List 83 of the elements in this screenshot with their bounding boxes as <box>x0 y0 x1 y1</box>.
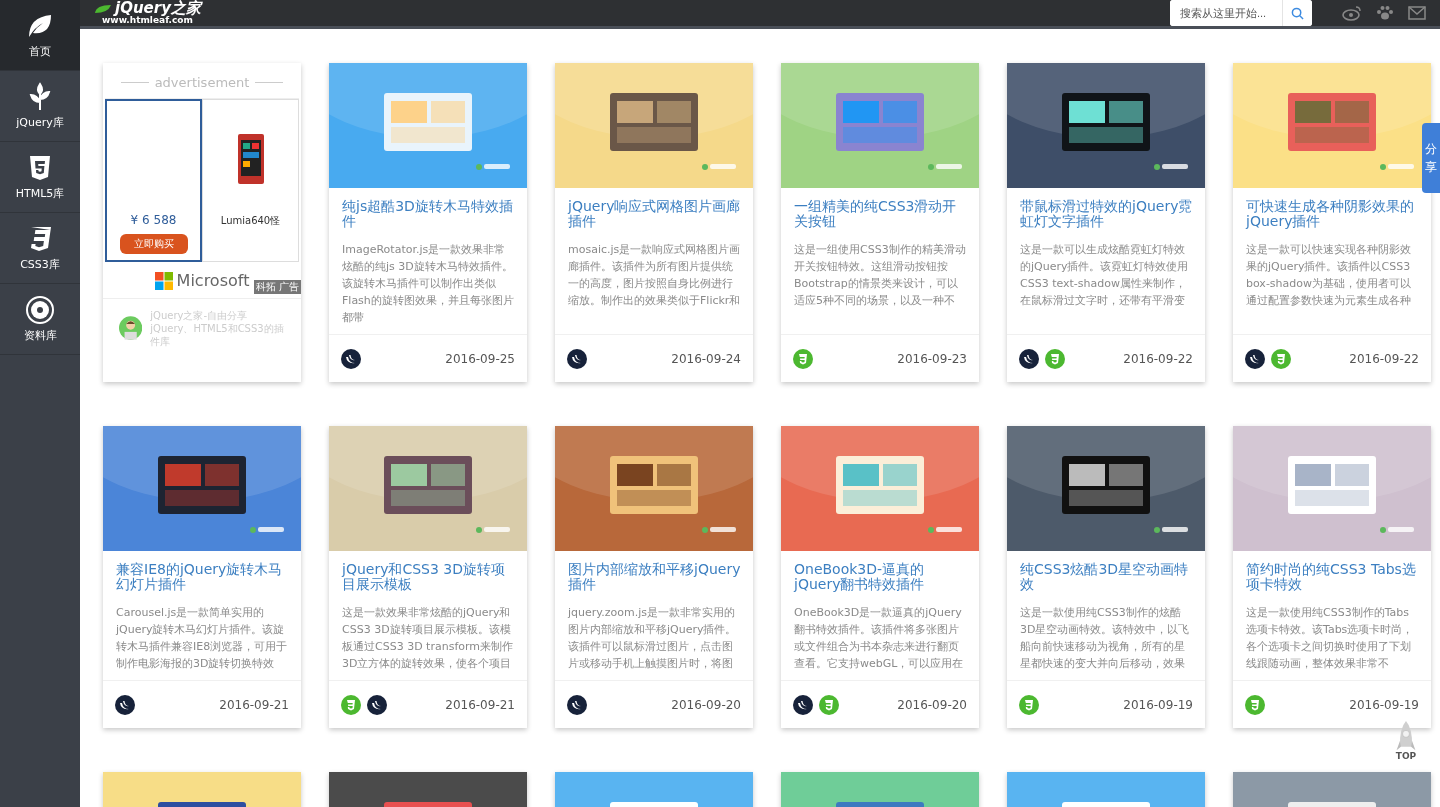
card-description: 这是一款使用纯CSS3制作的Tabs选项卡特效。该Tabs选项卡时尚，各个选项卡之间切换时使用了下划线跟随动画，整体效果非常不 <box>1246 605 1415 672</box>
leaf-icon <box>94 3 112 14</box>
site-url: www.htmleaf.com <box>102 16 193 25</box>
plugin-card[interactable]: jQuery响应式网格图片画廊插件 mosaic.js是一款响应式网格图片画廊插件。该插件为所有图片提供统一的高度，图片按照自身比例进行缩放。制作出的效果类似于Flickr和 2016-09-24 <box>555 63 753 382</box>
product-name: Lumia640怪 <box>220 213 281 228</box>
jquery-icon <box>341 348 361 369</box>
card-date: 2016-09-21 <box>445 697 515 712</box>
card-description: ImageRotator.js是一款效果非常炫酷的纯js 3D旋转木马特效插件。该旋转木马插件可以制作出类似Flash的旋转图效果，并且每张图片都带 <box>342 242 515 326</box>
phone-icon <box>237 133 264 184</box>
card-title[interactable]: 带鼠标滑过特效的jQuery霓虹灯文字插件 <box>1020 199 1193 229</box>
css3-icon <box>1019 694 1039 715</box>
jquery-icon <box>567 694 587 715</box>
price: ¥ 6 588 <box>130 213 177 227</box>
card-description: 这是一组使用CSS3制作的精美滑动开关按钮特效。这组滑动按钮按Bootstrap的情景类来设计，可以适应5种不同的场景，以及一种不 <box>794 242 967 309</box>
css3-icon <box>819 694 839 715</box>
card-title[interactable]: jQuery响应式网格图片画廊插件 <box>568 199 741 229</box>
jquery-icon <box>1019 348 1039 369</box>
plugin-card[interactable]: jQuery和CSS3 3D旋转项目展示模板 这是一款效果非常炫酷的jQuery和CSS3 3D旋转项目展示模板。该模板通过CSS3 3D transform来制作3D立方体的旋转效果，使各个项目 2016-09-21 <box>329 426 527 728</box>
card-title[interactable]: 一组精美的纯CSS3滑动开关按钮 <box>794 199 967 229</box>
mail-icon[interactable] <box>1408 6 1426 20</box>
card-date: 2016-09-21 <box>219 697 289 712</box>
css3-icon <box>1245 694 1265 715</box>
card-description: 这是一款使用纯CSS3制作的炫酷3D星空动画特效。该特效中，以飞船向前快速移动为视角，所有的星星都快速的变大并向后移动，效果 <box>1020 605 1191 672</box>
jquery-icon <box>115 694 135 715</box>
search-button[interactable] <box>1282 0 1312 26</box>
sidebar-item[interactable]: CSS3库 <box>0 213 80 284</box>
css3-icon <box>1271 348 1291 369</box>
card-title[interactable]: OneBook3D-逼真的jQuery翻书特效插件 <box>794 562 967 592</box>
sidebar-item[interactable]: HTML5库 <box>0 142 80 213</box>
brand-name: Microsoft <box>176 271 250 290</box>
card-date: 2016-09-22 <box>1349 351 1419 366</box>
sidebar-item[interactable]: jQuery库 <box>0 71 80 142</box>
card-description: 这是一款效果非常炫酷的jQuery和CSS3 3D旋转项目展示模板。该模板通过CSS3 3D transform来制作3D立方体的旋转效果，使各个项目 <box>342 605 515 672</box>
card-description: 这是一款可以生成炫酷霓虹灯特效的jQuery插件。该霓虹灯特效使用CSS3 text-shadow属性来制作，在鼠标滑过文字时，还带有平滑变 <box>1020 242 1190 309</box>
card-description: OneBook3D是一款逼真的jQuery翻书特效插件。该插件将多张图片或文件组合为书本杂志来进行翻页查看。它支持webGL，可以应用在 <box>794 605 965 672</box>
jquery-icon <box>367 694 387 715</box>
buy-button[interactable]: 立即购买 <box>119 234 188 254</box>
card-title[interactable]: 纯CSS3炫酷3D星空动画特效 <box>1020 562 1193 592</box>
plugin-card[interactable]: 图片内部缩放和平移jQuery插件 jquery.zoom.js是一款非常实用的图片内部缩放和平移jQuery插件。该插件可以鼠标滑过图片，点击图片或移动手机上触摸图片时，将图 2016-09-20 <box>555 426 753 728</box>
ad-heading: advertisement <box>154 75 250 90</box>
card-title[interactable]: 兼容IE8的jQuery旋转木马幻灯片插件 <box>116 562 289 592</box>
card-date: 2016-09-20 <box>897 697 967 712</box>
card-date: 2016-09-25 <box>445 351 515 366</box>
ad-label: 科拓 广告 <box>253 280 301 294</box>
card-description: 这是一款可以快速实现各种阴影效果的jQuery插件。该插件以CSS3 box-shadow为基础，使用者可以通过配置参数快速为元素生成各种 <box>1246 242 1412 309</box>
css3-icon <box>793 348 813 369</box>
paw-icon[interactable] <box>1376 5 1394 21</box>
card-title[interactable]: 可快速生成各种阴影效果的jQuery插件 <box>1246 199 1419 229</box>
plugin-card[interactable]: 纯js超酷3D旋转木马特效插件 ImageRotator.js是一款效果非常炫酷的纯js 3D旋转木马特效插件。该旋转木马插件可以制作出类似Flash的旋转图效果，并且每张图片都带 2016-09-25 <box>329 63 527 382</box>
css3-icon <box>341 694 361 715</box>
card-date: 2016-09-23 <box>897 351 967 366</box>
card-date: 2016-09-19 <box>1123 697 1193 712</box>
ad-offer-panel[interactable]: ¥ 6 588 立即购买 <box>105 99 202 262</box>
plugin-card[interactable]: 简约时尚的纯CSS3 Tabs选项卡特效 这是一款使用纯CSS3制作的Tabs选项卡特效。该Tabs选项卡时尚，各个选项卡之间切换时使用了下划线跟随动画，整体效果非常不 2016-09-19 <box>1233 426 1431 728</box>
card-date: 2016-09-22 <box>1123 351 1193 366</box>
sidebar-item[interactable]: 资料库 <box>0 284 80 355</box>
card-date: 2016-09-24 <box>671 351 741 366</box>
jquery-icon <box>567 348 587 369</box>
site-logo[interactable]: jQuery之家 <box>94 1 201 16</box>
search-field[interactable]: 搜索从这里开始... <box>1170 0 1312 26</box>
card-title[interactable]: 简约时尚的纯CSS3 Tabs选项卡特效 <box>1246 562 1419 592</box>
plugin-card[interactable]: OneBook3D-逼真的jQuery翻书特效插件 OneBook3D是一款逼真的jQuery翻书特效插件。该插件将多张图片或文件组合为书本杂志来进行翻页查看。它支持webGL，可以应用在 2016-09-20 <box>781 426 979 728</box>
share-tab[interactable]: 分享 <box>1422 123 1440 193</box>
card-date: 2016-09-20 <box>671 697 741 712</box>
card-title[interactable]: 图片内部缩放和平移jQuery插件 <box>568 562 741 592</box>
card-description: jquery.zoom.js是一款非常实用的图片内部缩放和平移jQuery插件。该插件可以鼠标滑过图片，点击图片或移动手机上触摸图片时，将图 <box>568 605 738 672</box>
search-icon <box>1291 6 1304 20</box>
plugin-card[interactable]: 兼容IE8的jQuery旋转木马幻灯片插件 Carousel.js是一款简单实用的jQuery旋转木马幻灯片插件。该旋转木马插件兼容IE8浏览器，可用于制作电影海报的3D旋转切换特效 2016-09-21 <box>103 426 301 728</box>
card-title[interactable]: jQuery和CSS3 3D旋转项目展示模板 <box>342 562 515 592</box>
jquery-icon <box>793 694 813 715</box>
plugin-card[interactable]: 纯CSS3炫酷3D星空动画特效 这是一款使用纯CSS3制作的炫酷3D星空动画特效。该特效中，以飞船向前快速移动为视角，所有的星星都快速的变大并向后移动，效果 2016-09-19 <box>1007 426 1205 728</box>
plugin-card[interactable]: 带鼠标滑过特效的jQuery霓虹灯文字插件 这是一款可以生成炫酷霓虹灯特效的jQuery插件。该霓虹灯特效使用CSS3 text-shadow属性来制作，在鼠标滑过文字时，还带有平滑变 2016-09-22 <box>1007 63 1205 382</box>
card-date: 2016-09-19 <box>1349 697 1419 712</box>
jquery-icon <box>1245 348 1265 369</box>
sidebar-item[interactable]: 首页 <box>0 0 80 71</box>
card-description: Carousel.js是一款简单实用的jQuery旋转木马幻灯片插件。该旋转木马插件兼容IE8浏览器，可用于制作电影海报的3D旋转切换特效 <box>116 605 289 672</box>
card-title[interactable]: 纯js超酷3D旋转木马特效插件 <box>342 199 515 229</box>
css3-icon <box>1045 348 1065 369</box>
rocket-icon <box>1394 721 1418 751</box>
plugin-card[interactable]: 一组精美的纯CSS3滑动开关按钮 这是一组使用CSS3制作的精美滑动开关按钮特效。这组滑动按钮按Bootstrap的情景类来设计，可以适应5种不同的场景，以及一种不 2016-09-23 <box>781 63 979 382</box>
windows-logo-icon <box>154 271 173 290</box>
ad-product-panel[interactable]: Lumia640怪 <box>202 99 299 262</box>
card-description: mosaic.js是一款响应式网格图片画廊插件。该插件为所有图片提供统一的高度，图片按照自身比例进行缩放。制作出的效果类似于Flickr和 <box>568 242 741 309</box>
